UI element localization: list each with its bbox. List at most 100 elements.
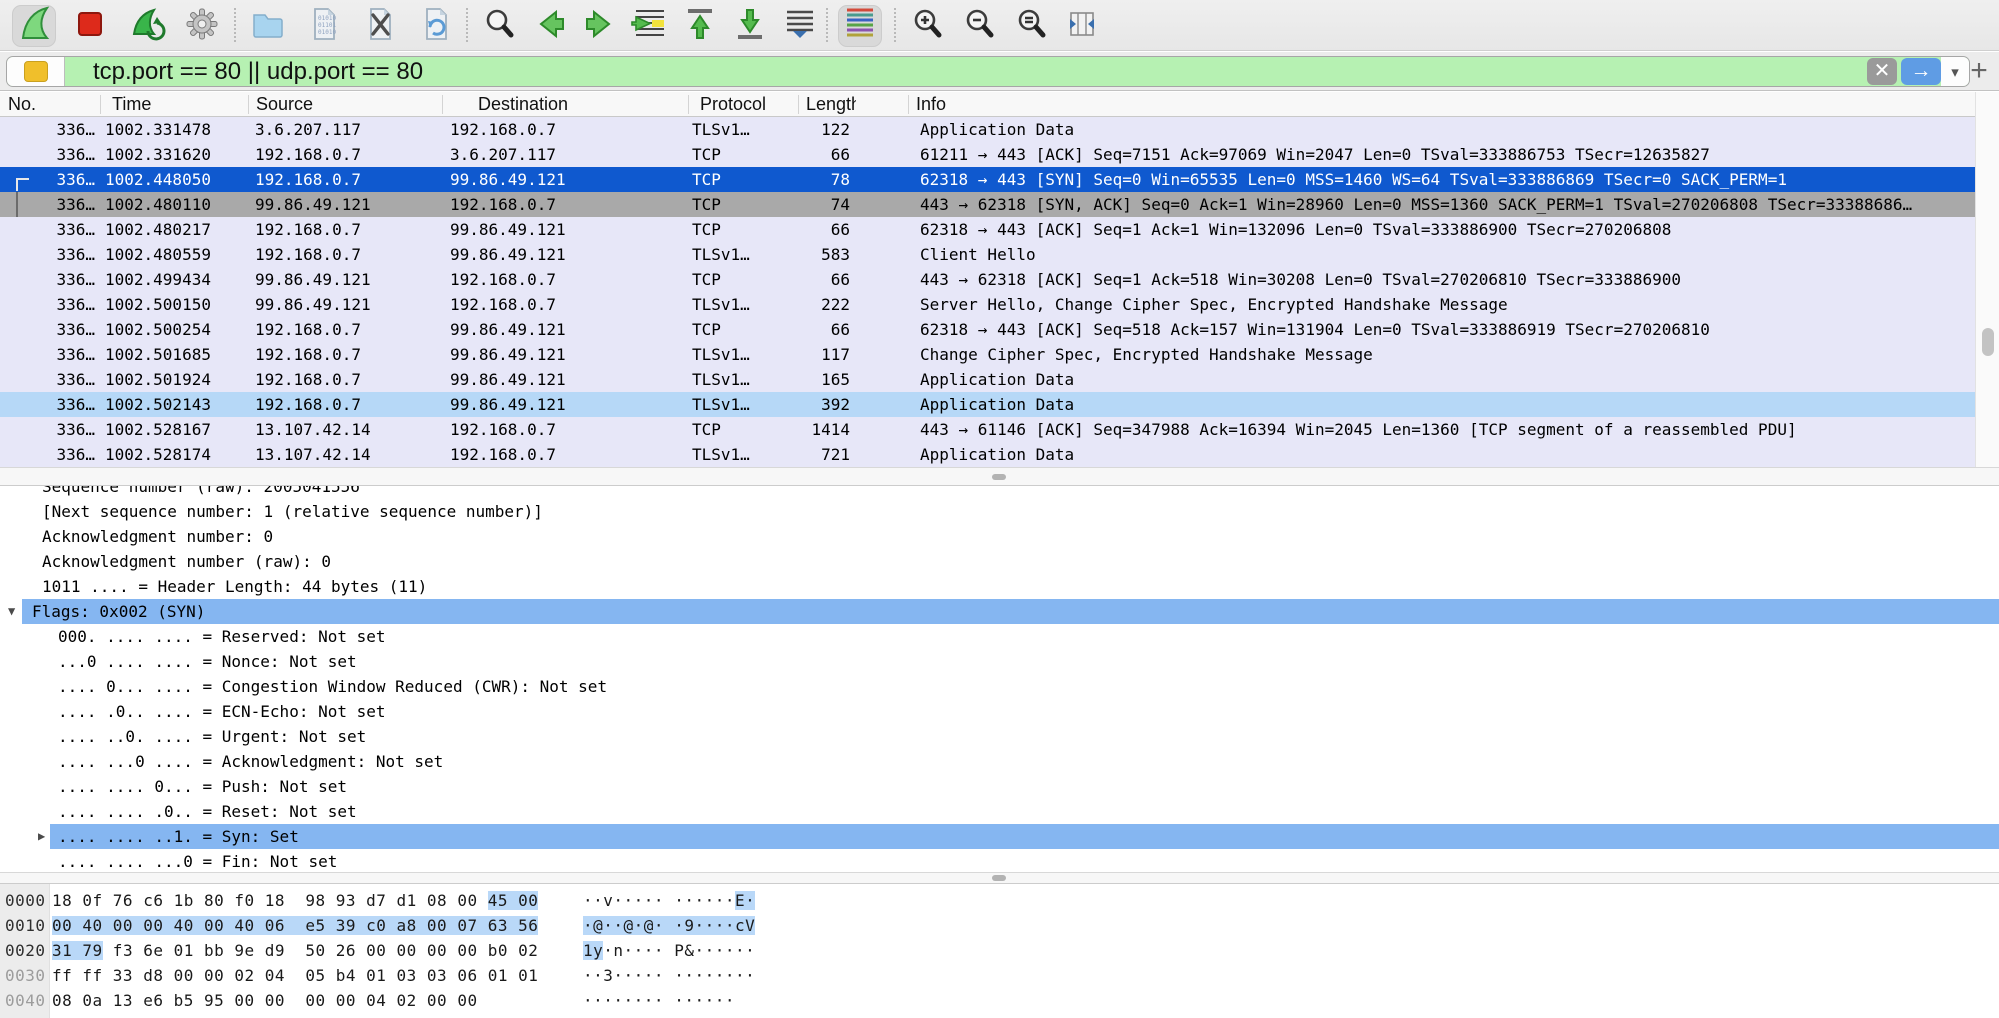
hex-byte-column[interactable]: 31 79 f3 6e 01 bb 9e d9 50 26 00 00 00 0… <box>52 938 538 963</box>
hex-ascii-column[interactable]: ··3····· ········ <box>583 963 755 988</box>
detail-line[interactable]: Sequence number (raw): 2005041556 <box>0 486 1999 499</box>
go-back-button[interactable] <box>528 5 572 47</box>
detail-line[interactable]: .... 0... .... = Congestion Window Reduc… <box>0 674 1999 699</box>
packet-row[interactable]: 336…1002.52817413.107.42.14192.168.0.7TL… <box>0 442 1975 467</box>
packet-row[interactable]: 336…1002.501924192.168.0.799.86.49.121TL… <box>0 367 1975 392</box>
column-header-info[interactable]: Info <box>916 92 1216 117</box>
go-to-packet-button[interactable] <box>628 5 672 47</box>
go-first-button[interactable] <box>678 5 722 47</box>
column-separator[interactable] <box>908 95 909 114</box>
packet-destination: 192.168.0.7 <box>450 417 556 442</box>
detail-line[interactable]: .... .... ...0 = Fin: Not set <box>0 849 1999 872</box>
column-separator[interactable] <box>100 95 101 114</box>
hex-row[interactable]: 000018 0f 76 c6 1b 80 f0 18 98 93 d7 d1 … <box>0 888 1999 913</box>
column-header-source[interactable]: Source <box>256 92 436 117</box>
start-capture-button[interactable] <box>12 5 56 47</box>
zoom-in-button[interactable] <box>906 5 950 47</box>
pane-splitter-2[interactable] <box>0 872 1999 884</box>
column-separator[interactable] <box>248 95 249 114</box>
detail-line[interactable]: ▶.... .... ..1. = Syn: Set <box>0 824 1999 849</box>
hex-ascii-column[interactable]: ·@··@·@· ·9····cV <box>583 913 755 938</box>
packet-no: 336… <box>0 392 95 417</box>
packet-row[interactable]: 336…1002.3314783.6.207.117192.168.0.7TLS… <box>0 117 1975 142</box>
find-packet-button[interactable] <box>478 5 522 47</box>
packet-row[interactable]: 336…1002.480217192.168.0.799.86.49.121TC… <box>0 217 1975 242</box>
packet-row[interactable]: 336…1002.480559192.168.0.799.86.49.121TL… <box>0 242 1975 267</box>
hex-byte-column[interactable]: 00 40 00 00 40 00 40 06 e5 39 c0 a8 00 0… <box>52 913 538 938</box>
packet-row[interactable]: 336…1002.502143192.168.0.799.86.49.121TL… <box>0 392 1975 417</box>
filter-apply-button[interactable]: → <box>1901 58 1941 85</box>
detail-line[interactable]: .... .0.. .... = ECN-Echo: Not set <box>0 699 1999 724</box>
column-header-destination[interactable]: Destination <box>478 92 678 117</box>
zoom-reset-button[interactable] <box>1010 5 1054 47</box>
hex-ascii-column[interactable]: ··v····· ······E· <box>583 888 755 913</box>
splitter-handle-icon[interactable] <box>992 875 1006 881</box>
packet-list-scrollbar[interactable] <box>1975 92 1999 467</box>
close-file-button[interactable] <box>358 5 402 47</box>
detail-line[interactable]: [Next sequence number: 1 (relative seque… <box>0 499 1999 524</box>
detail-line[interactable]: 1011 .... = Header Length: 44 bytes (11) <box>0 574 1999 599</box>
detail-line[interactable]: .... .... 0... = Push: Not set <box>0 774 1999 799</box>
reload-file-button[interactable] <box>414 5 458 47</box>
packet-row[interactable]: 336…1002.49943499.86.49.121192.168.0.7TC… <box>0 267 1975 292</box>
expander-open-icon[interactable]: ▼ <box>8 599 15 624</box>
column-header-length[interactable]: Length <box>806 92 856 117</box>
packet-row[interactable]: 336…1002.500254192.168.0.799.86.49.121TC… <box>0 317 1975 342</box>
expander-closed-icon[interactable]: ▶ <box>38 824 45 849</box>
detail-line[interactable]: 000. .... .... = Reserved: Not set <box>0 624 1999 649</box>
hex-offset: 0010 <box>5 913 46 938</box>
packet-row[interactable]: 336…1002.331620192.168.0.73.6.207.117TCP… <box>0 142 1975 167</box>
hex-row[interactable]: 002031 79 f3 6e 01 bb 9e d9 50 26 00 00 … <box>0 938 1999 963</box>
detail-line[interactable]: ▼Flags: 0x002 (SYN) <box>0 599 1999 624</box>
auto-scroll-button[interactable] <box>778 5 822 47</box>
packet-row[interactable]: 336…1002.50015099.86.49.121192.168.0.7TL… <box>0 292 1975 317</box>
hex-ascii-column[interactable]: 1y·n···· P&······ <box>583 938 755 963</box>
hex-row[interactable]: 004008 0a 13 e6 b5 95 00 00 00 00 04 02 … <box>0 988 1999 1013</box>
zoom-out-icon <box>960 4 1000 49</box>
packet-row[interactable]: 336…1002.448050192.168.0.799.86.49.121TC… <box>0 167 1975 192</box>
detail-line[interactable]: Acknowledgment number (raw): 0 <box>0 549 1999 574</box>
detail-line[interactable]: .... ...0 .... = Acknowledgment: Not set <box>0 749 1999 774</box>
packet-list-header[interactable]: No. Time Source Destination Protocol Length In… <box>0 92 1999 117</box>
open-file-button[interactable] <box>246 5 290 47</box>
display-filter-text[interactable]: tcp.port == 80 || udp.port == 80 <box>65 58 1867 86</box>
resize-columns-button[interactable] <box>1060 5 1104 47</box>
save-file-button[interactable]: 01010 01101 01010 <box>302 5 346 47</box>
detail-line[interactable]: Acknowledgment number: 0 <box>0 524 1999 549</box>
filter-clear-button[interactable]: ✕ <box>1867 58 1897 85</box>
go-last-button[interactable] <box>728 5 772 47</box>
zoom-out-button[interactable] <box>958 5 1002 47</box>
hex-row[interactable]: 0030ff ff 33 d8 00 00 02 04 05 b4 01 03 … <box>0 963 1999 988</box>
splitter-handle-icon[interactable] <box>992 474 1006 480</box>
pane-splitter-1[interactable] <box>0 467 1999 486</box>
column-separator[interactable] <box>442 95 443 114</box>
column-header-time[interactable]: Time <box>112 92 242 117</box>
go-forward-button[interactable] <box>578 5 622 47</box>
column-separator[interactable] <box>688 95 689 114</box>
detail-line[interactable]: .... ..0. .... = Urgent: Not set <box>0 724 1999 749</box>
scrollbar-thumb[interactable] <box>1982 328 1994 356</box>
hex-ascii-column[interactable]: ········ ······ <box>583 988 735 1013</box>
packet-details-pane: Sequence number (raw): 2005041556[Next s… <box>0 486 1999 872</box>
filter-add-button[interactable]: + <box>1967 54 1991 88</box>
packet-row[interactable]: 336…1002.501685192.168.0.799.86.49.121TL… <box>0 342 1975 367</box>
capture-options-button[interactable] <box>180 5 224 47</box>
display-filter-input[interactable]: tcp.port == 80 || udp.port == 80 ✕ → ▾ <box>6 56 1970 87</box>
column-header-protocol[interactable]: Protocol <box>700 92 792 117</box>
hex-row[interactable]: 001000 40 00 00 40 00 40 06 e5 39 c0 a8 … <box>0 913 1999 938</box>
packet-row[interactable]: 336…1002.48011099.86.49.121192.168.0.7TC… <box>0 192 1975 217</box>
colorize-button[interactable] <box>838 5 882 47</box>
filter-bookmark-button[interactable] <box>7 57 65 86</box>
restart-capture-button[interactable] <box>124 5 168 47</box>
packet-no: 336… <box>0 167 95 192</box>
detail-line[interactable]: ...0 .... .... = Nonce: Not set <box>0 649 1999 674</box>
filter-dropdown-button[interactable]: ▾ <box>1941 57 1969 86</box>
hex-byte-column[interactable]: 08 0a 13 e6 b5 95 00 00 00 00 04 02 00 0… <box>52 988 478 1013</box>
hex-byte-column[interactable]: 18 0f 76 c6 1b 80 f0 18 98 93 d7 d1 08 0… <box>52 888 538 913</box>
packet-row[interactable]: 336…1002.52816713.107.42.14192.168.0.7TC… <box>0 417 1975 442</box>
detail-line[interactable]: .... .... .0.. = Reset: Not set <box>0 799 1999 824</box>
column-header-no[interactable]: No. <box>8 92 96 117</box>
stop-capture-button[interactable] <box>68 5 112 47</box>
hex-byte-column[interactable]: ff ff 33 d8 00 00 02 04 05 b4 01 03 03 0… <box>52 963 538 988</box>
column-separator[interactable] <box>798 95 799 114</box>
